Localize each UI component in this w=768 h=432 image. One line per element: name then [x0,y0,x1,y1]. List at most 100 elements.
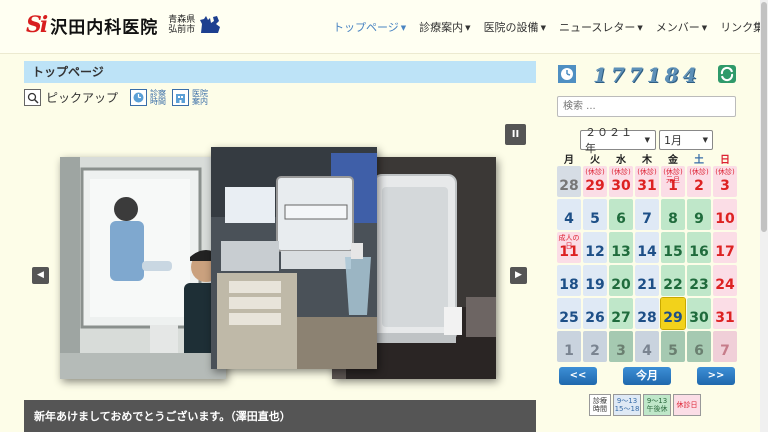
nav-item[interactable]: ニュースレター ▼ [559,19,643,35]
calendar-day-number: 18 [559,277,579,293]
calendar-day[interactable]: 31 [713,298,737,329]
calendar-day[interactable]: 4 [635,331,659,362]
calendar-prev-button[interactable]: << [559,367,597,385]
slider-prev-button[interactable]: ◀ [32,267,49,284]
calendar-day[interactable]: 12 [583,232,607,263]
guide-link[interactable]: 医院 案内 [172,89,208,106]
aomori-map-icon [200,16,221,33]
calendar-day[interactable]: (休診) 31 [635,166,659,197]
refresh-counter-icon [718,65,736,83]
nav-item[interactable]: 医院の設備 ▼ [484,19,546,35]
nav-item-label: 診療案内 [419,21,464,34]
clock-icon [130,89,148,106]
calendar-day-number: 26 [585,310,605,326]
pickup-search-icon [24,89,41,106]
page-title: トップページ [24,61,536,83]
calendar-day-number: 1 [564,343,574,359]
calendar-day[interactable]: 7 [713,331,737,362]
building-icon [172,89,190,106]
calendar-day[interactable]: 20 [609,265,633,296]
calendar-day-number: 16 [689,244,709,260]
calendar-day[interactable]: 4 [557,199,581,230]
nav-item[interactable]: 診療案内 ▼ [419,19,470,35]
nav-item-label: リンク集 [720,21,765,34]
calendar-day[interactable]: 17 [713,232,737,263]
calendar-day[interactable]: 9 [687,199,711,230]
nav-item[interactable]: トップページ ▼ [333,19,406,35]
calendar-day-number: 30 [611,178,631,194]
calendar-day[interactable]: (休診) 30 [609,166,633,197]
calendar-current-month-button[interactable]: 今月 [623,367,671,385]
calendar-day[interactable]: 26 [583,298,607,329]
calendar-day[interactable]: 8 [661,199,685,230]
page-scrollbar[interactable] [760,0,768,432]
calendar-day-number: 2 [694,178,704,194]
calendar-day-number: 6 [694,343,704,359]
nav-item[interactable]: リンク集 [720,19,764,35]
calendar-day[interactable]: 29 [660,297,686,330]
year-select[interactable]: ２０２１年 ▼ [580,126,656,155]
calendar-day[interactable]: 5 [661,331,685,362]
calendar-day-number: 5 [590,211,600,227]
calendar-day-number: 7 [720,343,730,359]
calendar-day-number: 9 [694,211,704,227]
calendar-day[interactable]: 5 [583,199,607,230]
calendar-day[interactable]: (休診) 3 [713,166,737,197]
weekday-label: 火 [590,155,600,166]
calendar-day[interactable]: 10 [713,199,737,230]
calendar-day[interactable]: 30 [687,298,711,329]
calendar-day[interactable]: 27 [609,298,633,329]
scrollbar-thumb[interactable] [761,2,767,232]
calendar-day[interactable]: 19 [583,265,607,296]
slide-image-testing-booth[interactable] [60,157,226,379]
site-logo[interactable]: Si 沢田内科医院 青森県 弘前市 [26,12,221,38]
calendar-day-number: 7 [642,211,652,227]
news-headline[interactable]: 新年あけましておめでとうございます。（澤田直也） [24,400,536,432]
clinic-name: 沢田内科医院 [50,17,159,38]
calendar-day[interactable]: 15 [661,232,685,263]
calendar-day[interactable]: 13 [609,232,633,263]
slider-pause-button[interactable]: II [505,124,526,145]
calendar-day[interactable]: 22 [661,265,685,296]
calendar-day-number: 14 [637,244,657,260]
calendar-day-number: 31 [715,310,735,326]
hours-link[interactable]: 診察 時間 [130,89,166,106]
calendar-legend: 診療 時間 9～13 15～18 9～13 午後休 休診日 [589,394,703,416]
calendar-day[interactable]: 6 [609,199,633,230]
location-prefecture: 青森県 [168,15,196,25]
slider-next-button[interactable]: ▶ [510,267,527,284]
legend-full-day: 9～13 15～18 [613,394,641,416]
search-input[interactable] [557,96,736,117]
calendar-day[interactable]: (休診) 29 [583,166,607,197]
chevron-down-icon: ▼ [644,136,651,144]
calendar-day[interactable]: 25 [557,298,581,329]
slide-image-test-kits[interactable] [211,147,377,369]
calendar-day[interactable]: 21 [635,265,659,296]
calendar-day[interactable]: 2 [583,331,607,362]
calendar-day[interactable]: (休診) 2 [687,166,711,197]
calendar-day[interactable]: 18 [557,265,581,296]
calendar-day-number: 19 [585,277,605,293]
calendar-nav: << 今月 >> [557,367,737,386]
calendar-day[interactable]: 14 [635,232,659,263]
image-slider: II ◀ ▶ [24,118,536,390]
calendar-day[interactable]: 23 [687,265,711,296]
calendar-day[interactable]: 1 [557,331,581,362]
calendar-next-button[interactable]: >> [697,367,735,385]
calendar-weekday-header: 月火水木金土日 [557,151,737,166]
month-select[interactable]: 1月 ▼ [659,130,713,150]
calendar-day[interactable]: 7 [635,199,659,230]
calendar-day-number: 13 [611,244,631,260]
nav-item[interactable]: メンバー ▼ [656,19,707,35]
calendar-day-note: (休診) [715,168,735,176]
calendar-day[interactable]: 3 [609,331,633,362]
calendar-day-number: 25 [559,310,579,326]
calendar-day[interactable]: 28 [635,298,659,329]
calendar-day[interactable]: 6 [687,331,711,362]
calendar-day[interactable]: 成人の 日 11 [557,232,581,263]
calendar-day[interactable]: (休診) 元旦 1 [661,166,685,197]
calendar-day[interactable]: 28 [557,166,581,197]
calendar-day[interactable]: 16 [687,232,711,263]
caret-down-icon: ▼ [701,24,708,32]
calendar-day[interactable]: 24 [713,265,737,296]
